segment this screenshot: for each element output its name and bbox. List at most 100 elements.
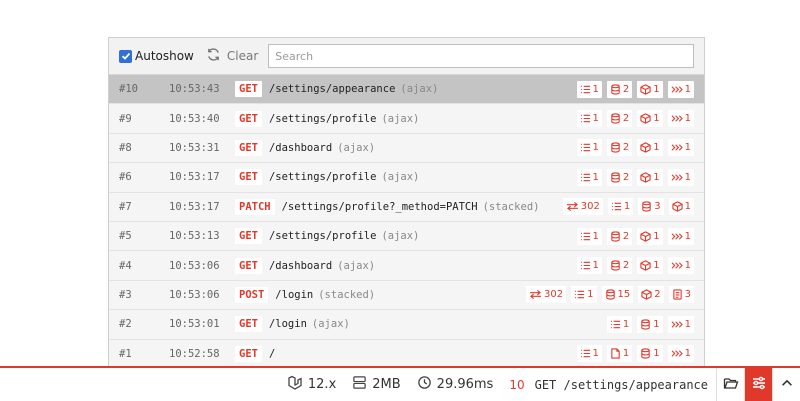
request-badge[interactable]: 1 [576, 168, 602, 186]
request-badge[interactable]: 1 [667, 168, 694, 186]
request-list: #10 10:53:43 GET/settings/appearance (ajax)… [109, 75, 704, 366]
request-badge[interactable]: 1 [607, 198, 634, 216]
database-icon [610, 84, 621, 95]
request-method: GET [235, 316, 262, 333]
request-badge[interactable]: 1 [667, 227, 694, 245]
request-id: #2 [119, 318, 132, 331]
collapse-button[interactable] [772, 368, 800, 401]
list-icon [580, 113, 591, 124]
request-badge[interactable]: 1 [637, 110, 663, 128]
sliders-icon [751, 375, 767, 395]
framework-version[interactable]: 12.x [287, 375, 336, 395]
request-badge[interactable]: 3 [668, 286, 694, 304]
request-row[interactable]: #2 10:53:01 GET/login (ajax) 1 1 1 [109, 310, 704, 340]
request-badge[interactable]: 302 [526, 286, 567, 304]
request-badge[interactable]: 1 [637, 80, 663, 98]
badge-count: 1 [592, 142, 599, 154]
request-time: 10:53:06 [169, 288, 220, 301]
request-method: PATCH [235, 198, 275, 215]
request-badge[interactable]: 2 [606, 139, 633, 157]
request-row[interactable]: #1 10:52:58 GET / 1 1 1 1 [109, 339, 704, 366]
request-badge[interactable]: 302 [562, 198, 603, 216]
autoshow-checkbox[interactable] [119, 49, 132, 63]
request-badge[interactable]: 2 [606, 257, 633, 275]
open-button[interactable] [716, 368, 744, 401]
request-count[interactable]: 10 [509, 378, 524, 392]
request-badge[interactable]: 1 [668, 198, 694, 216]
request-badge[interactable]: 15 [601, 286, 634, 304]
request-badge[interactable]: 1 [606, 345, 633, 363]
current-request[interactable]: GET /settings/appearance [535, 378, 708, 392]
request-duration[interactable]: 29.96ms [417, 375, 493, 394]
request-path: /login [275, 288, 314, 301]
badge-count: 1 [592, 83, 599, 95]
request-badge[interactable]: 1 [637, 227, 663, 245]
request-path: /settings/profile [268, 171, 377, 184]
request-badge[interactable]: 1 [606, 315, 633, 333]
request-badge[interactable]: 1 [667, 345, 694, 363]
request-badge[interactable]: 3 [638, 198, 664, 216]
request-badge[interactable]: 1 [576, 139, 602, 157]
request-row[interactable]: #8 10:53:31 GET/dashboard (ajax) 1 2 1 1 [109, 133, 704, 164]
request-badge[interactable]: 2 [638, 286, 664, 304]
badge-count: 1 [684, 201, 691, 213]
request-badge[interactable]: 1 [667, 80, 694, 98]
memory-usage[interactable]: 2MB [352, 375, 401, 394]
clear-button[interactable]: Clear [206, 47, 258, 65]
database-icon [610, 231, 621, 242]
request-row[interactable]: #5 10:53:13 GET/settings/profile (ajax) 1 2 1 1 [109, 221, 704, 252]
request-badge[interactable]: 1 [637, 139, 663, 157]
request-badge[interactable]: 2 [606, 168, 633, 186]
request-badge[interactable]: 1 [637, 168, 663, 186]
request-row[interactable]: #7 10:53:17 PATCH/settings/profile?_method… [109, 192, 704, 222]
request-badge[interactable]: 1 [571, 286, 597, 304]
request-row[interactable]: #4 10:53:06 GET/dashboard (ajax) 1 2 1 1 [109, 251, 704, 281]
badge-count: 1 [653, 113, 660, 125]
request-note: (ajax) [337, 141, 376, 154]
list-icon [580, 84, 591, 95]
events-icon [671, 84, 683, 95]
settings-button[interactable] [744, 368, 772, 401]
request-badge[interactable]: 1 [637, 257, 663, 275]
requests-toolbar: Autoshow Clear [109, 38, 704, 75]
database-icon [610, 172, 621, 183]
list-icon [574, 289, 585, 300]
search-input[interactable] [268, 44, 694, 68]
request-badge[interactable]: 1 [576, 227, 602, 245]
badge-count: 1 [684, 318, 691, 330]
autoshow-toggle[interactable]: Autoshow [119, 49, 194, 63]
request-row[interactable]: #6 10:53:17 GET/settings/profile (ajax) 1 2 1 1 [109, 163, 704, 193]
request-row[interactable]: #3 10:53:06 POST/login (stacked) 302 1 15 2 3 [109, 280, 704, 311]
request-badge[interactable]: 1 [667, 257, 694, 275]
request-badge[interactable]: 2 [606, 80, 633, 98]
request-badge[interactable]: 1 [576, 80, 602, 98]
request-badge[interactable]: 1 [576, 110, 602, 128]
request-badge[interactable]: 1 [667, 315, 694, 333]
badge-count: 1 [592, 171, 599, 183]
request-row[interactable]: #9 10:53:40 GET/settings/profile (ajax) 1 2 1 1 [109, 104, 704, 134]
redirect-icon [529, 289, 542, 300]
request-badge[interactable]: 1 [667, 139, 694, 157]
request-time: 10:53:31 [169, 141, 220, 154]
request-badge[interactable]: 1 [637, 345, 663, 363]
request-badge[interactable]: 1 [576, 257, 602, 275]
cube-icon [640, 113, 651, 124]
list-icon [580, 348, 591, 359]
clear-label: Clear [226, 49, 259, 63]
request-time: 10:53:17 [169, 171, 220, 184]
request-method: GET [235, 110, 262, 127]
database-icon [641, 201, 652, 212]
request-badge[interactable]: 1 [576, 345, 602, 363]
database-icon [610, 260, 621, 271]
badge-count: 1 [653, 230, 660, 242]
request-path: /settings/profile [268, 230, 377, 243]
request-badge[interactable]: 2 [606, 110, 633, 128]
events-icon [671, 172, 683, 183]
request-badge[interactable]: 1 [637, 315, 663, 333]
request-row[interactable]: #10 10:53:43 GET/settings/appearance (ajax)… [109, 75, 704, 105]
badge-count: 1 [653, 348, 660, 360]
request-badge[interactable]: 2 [606, 227, 633, 245]
request-path: /settings/profile [268, 112, 377, 125]
request-badge[interactable]: 1 [667, 110, 694, 128]
request-path: /settings/profile?_method=PATCH [281, 200, 478, 213]
